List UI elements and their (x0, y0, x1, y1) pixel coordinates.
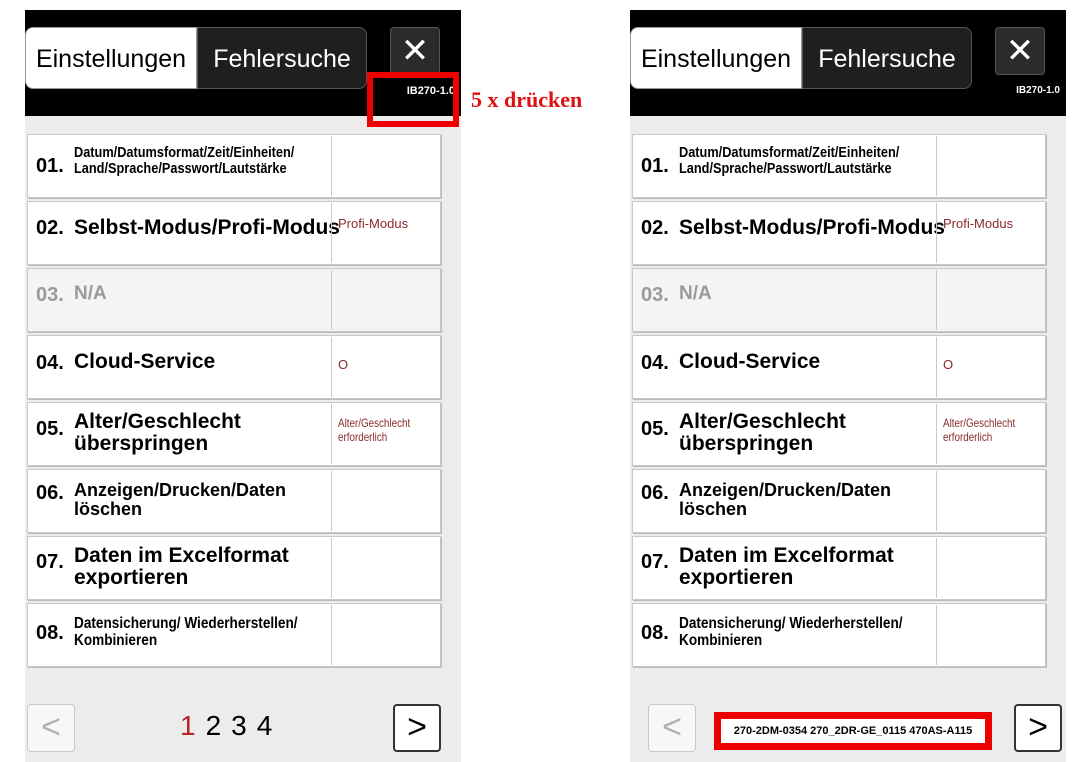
settings-panel-right: Einstellungen Fehlersuche ✕ IB270-1.0 01… (630, 10, 1066, 762)
item-number: 08. (36, 622, 64, 644)
tab-troubleshooting[interactable]: Fehlersuche (197, 27, 367, 89)
item-label: N/A (74, 283, 107, 304)
item-value: Profi-Modus (943, 216, 1014, 231)
item-label: Anzeigen/Drucken/Daten löschen (74, 480, 287, 519)
item-number: 03. (36, 284, 64, 306)
menu-item-02[interactable]: 02. Selbst-Modus/Profi-Modus Profi-Modus (632, 201, 1046, 265)
divider (936, 270, 937, 330)
divider (331, 538, 332, 598)
item-value: O (338, 357, 349, 372)
item-label: Anzeigen/Drucken/Daten löschen (679, 480, 892, 519)
menu-item-03: 03. N/A (632, 268, 1046, 332)
item-value: Alter/Geschlecht erforderlich (943, 416, 1016, 444)
item-number: 06. (641, 482, 669, 504)
divider (331, 404, 332, 464)
divider (936, 605, 937, 665)
menu-item-01[interactable]: 01. Datum/Datumsformat/Zeit/Einheiten/La… (632, 134, 1046, 198)
divider (331, 203, 332, 263)
version-highlight-box (367, 72, 459, 127)
tab-settings[interactable]: Einstellungen (630, 27, 802, 89)
divider (331, 471, 332, 531)
close-button[interactable]: ✕ (390, 27, 440, 75)
item-label: Cloud-Service (679, 350, 821, 373)
item-label: Datensicherung/ Wiederherstellen/Kombini… (74, 615, 298, 649)
top-bar: Einstellungen Fehlersuche ✕ IB270-1.0 (630, 10, 1066, 116)
close-icon: ✕ (400, 32, 430, 70)
menu-item-02[interactable]: 02. Selbst-Modus/Profi-Modus Profi-Modus (27, 201, 441, 265)
divider (936, 337, 937, 397)
menu-item-08[interactable]: 08. Datensicherung/ Wiederherstellen/Kom… (632, 603, 1046, 667)
item-label: Cloud-Service (74, 350, 216, 373)
menu-item-07[interactable]: 07. Daten im Excelformat exportieren (27, 536, 441, 600)
item-number: 07. (641, 551, 669, 573)
press-hint: 5 x drücken (471, 87, 583, 112)
version-label[interactable]: IB270-1.0 (1016, 85, 1060, 96)
close-icon: ✕ (1005, 32, 1035, 70)
serial-number-display: 270-2DM-0354 270_2DR-GE_0115 470AS-A115 (714, 712, 992, 750)
item-number: 03. (641, 284, 669, 306)
menu-item-06[interactable]: 06. Anzeigen/Drucken/Daten löschen (632, 469, 1046, 533)
item-label: Daten im Excelformat exportieren (74, 544, 289, 590)
item-value: O (943, 357, 954, 372)
item-number: 08. (641, 622, 669, 644)
divider (331, 136, 332, 196)
menu-item-04[interactable]: 04. Cloud-Service O (632, 335, 1046, 399)
next-page-button[interactable]: > (1014, 704, 1062, 752)
item-number: 06. (36, 482, 64, 504)
item-number: 01. (36, 155, 64, 177)
item-number: 05. (36, 418, 64, 440)
item-number: 02. (36, 217, 64, 239)
item-number: 04. (36, 352, 64, 374)
item-value: Alter/Geschlecht erforderlich (338, 416, 411, 444)
menu-item-07[interactable]: 07. Daten im Excelformat exportieren (632, 536, 1046, 600)
item-label: N/A (679, 283, 712, 304)
item-label: Alter/Geschlecht überspringen (74, 410, 241, 456)
tab-settings[interactable]: Einstellungen (25, 27, 197, 89)
menu-item-08[interactable]: 08. Datensicherung/ Wiederherstellen/Kom… (27, 603, 441, 667)
divider (331, 605, 332, 665)
item-number: 04. (641, 352, 669, 374)
item-value: Profi-Modus (338, 216, 409, 231)
item-number: 05. (641, 418, 669, 440)
close-button[interactable]: ✕ (995, 27, 1045, 75)
item-label: Datum/Datumsformat/Zeit/Einheiten/Land/S… (679, 144, 900, 177)
menu-item-05[interactable]: 05. Alter/Geschlecht überspringen Alter/G… (632, 402, 1046, 466)
menu-item-01[interactable]: 01. Datum/Datumsformat/Zeit/Einheiten/La… (27, 134, 441, 198)
item-label: Datensicherung/ Wiederherstellen/Kombini… (679, 615, 903, 649)
divider (936, 404, 937, 464)
prev-page-button[interactable]: < (648, 704, 696, 752)
divider (331, 270, 332, 330)
tab-troubleshooting[interactable]: Fehlersuche (802, 27, 972, 89)
divider (936, 538, 937, 598)
next-page-button[interactable]: > (393, 704, 441, 752)
pagination-bar: < 1234 > (25, 688, 461, 762)
menu-item-03: 03. N/A (27, 268, 441, 332)
page-2[interactable]: 2 (206, 710, 226, 741)
item-label: Selbst-Modus/Profi-Modus (679, 216, 945, 239)
item-number: 07. (36, 551, 64, 573)
menu-item-06[interactable]: 06. Anzeigen/Drucken/Daten löschen (27, 469, 441, 533)
page-numbers: 1234 (180, 710, 276, 742)
item-number: 02. (641, 217, 669, 239)
pagination-bar: < 270-2DM-0354 270_2DR-GE_0115 470AS-A11… (630, 688, 1066, 762)
menu-item-04[interactable]: 04. Cloud-Service O (27, 335, 441, 399)
item-label: Datum/Datumsformat/Zeit/Einheiten/Land/S… (74, 144, 295, 177)
page-current[interactable]: 1 (180, 710, 200, 741)
divider (936, 136, 937, 196)
divider (936, 471, 937, 531)
item-number: 01. (641, 155, 669, 177)
item-label: Daten im Excelformat exportieren (679, 544, 894, 590)
page-3[interactable]: 3 (231, 710, 251, 741)
page-4[interactable]: 4 (257, 710, 277, 741)
divider (936, 203, 937, 263)
item-label: Selbst-Modus/Profi-Modus (74, 216, 340, 239)
divider (331, 337, 332, 397)
prev-page-button[interactable]: < (27, 704, 75, 752)
item-label: Alter/Geschlecht überspringen (679, 410, 846, 456)
menu-item-05[interactable]: 05. Alter/Geschlecht überspringen Alter/G… (27, 402, 441, 466)
